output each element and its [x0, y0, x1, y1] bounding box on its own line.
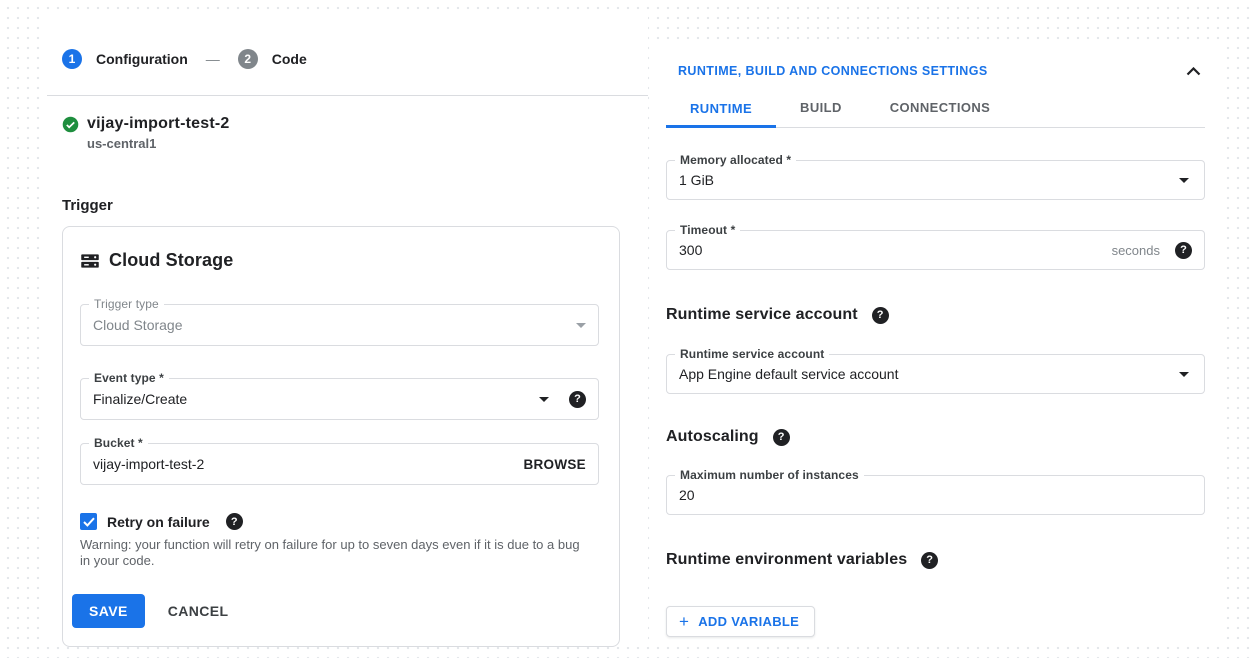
add-variable-button[interactable]: + ADD VARIABLE: [666, 606, 815, 637]
retry-checkbox[interactable]: [80, 513, 97, 530]
add-variable-label: ADD VARIABLE: [698, 614, 799, 629]
env-vars-heading-row: Runtime environment variables ?: [666, 551, 1205, 569]
tab-build[interactable]: BUILD: [776, 100, 866, 127]
max-instances-input[interactable]: [679, 487, 1192, 503]
trigger-card: Cloud Storage Trigger type Cloud Storage…: [62, 226, 620, 647]
function-name: vijay-import-test-2: [87, 115, 230, 133]
step-code[interactable]: 2 Code: [238, 49, 307, 69]
bucket-input[interactable]: [93, 456, 523, 472]
service-account-heading-row: Runtime service account ?: [666, 306, 1205, 324]
dropdown-caret-icon: [576, 323, 586, 328]
plus-icon: +: [679, 613, 689, 630]
autoscaling-heading: Autoscaling: [666, 428, 759, 446]
divider: [47, 95, 648, 96]
service-account-select[interactable]: Runtime service account App Engine defau…: [666, 354, 1205, 394]
step-1-badge: 1: [62, 49, 82, 69]
action-buttons: SAVE CANCEL: [72, 594, 599, 628]
timeout-suffix: seconds: [1112, 243, 1160, 258]
help-icon[interactable]: ?: [569, 391, 586, 408]
dropdown-caret-icon: [1179, 178, 1189, 183]
retry-label[interactable]: Retry on failure: [107, 514, 210, 530]
service-account-value: App Engine default service account: [679, 366, 1179, 382]
checkbox-check-icon: [83, 517, 95, 527]
dropdown-caret-icon: [1179, 372, 1189, 377]
step-separator: —: [206, 51, 220, 67]
memory-allocated-select[interactable]: Memory allocated * 1 GiB: [666, 160, 1205, 200]
trigger-type-label: Trigger type: [89, 297, 164, 311]
memory-allocated-label: Memory allocated *: [675, 153, 796, 167]
trigger-section-title: Trigger: [62, 197, 620, 214]
tab-connections[interactable]: CONNECTIONS: [866, 100, 1014, 127]
settings-section-title: RUNTIME, BUILD AND CONNECTIONS SETTINGS: [678, 64, 988, 78]
retry-row: Retry on failure ?: [80, 513, 599, 530]
bucket-field: Bucket * BROWSE: [80, 443, 599, 485]
stepper: 1 Configuration — 2 Code: [62, 49, 620, 69]
trigger-card-header: Cloud Storage: [80, 250, 599, 271]
help-icon[interactable]: ?: [1175, 242, 1192, 259]
trigger-card-title: Cloud Storage: [109, 250, 233, 271]
retry-warning-text: Warning: your function will retry on fai…: [80, 537, 592, 569]
chevron-up-icon[interactable]: [1186, 67, 1201, 76]
help-icon[interactable]: ?: [226, 513, 243, 530]
settings-section-header[interactable]: RUNTIME, BUILD AND CONNECTIONS SETTINGS: [666, 64, 1205, 78]
env-vars-heading: Runtime environment variables: [666, 551, 907, 569]
timeout-input[interactable]: [679, 242, 1112, 258]
runtime-settings-panel: RUNTIME, BUILD AND CONNECTIONS SETTINGS …: [653, 45, 1222, 646]
function-region: us-central1: [87, 136, 620, 151]
service-account-label: Runtime service account: [675, 347, 829, 361]
timeout-label: Timeout *: [675, 223, 740, 237]
dropdown-caret-icon: [539, 397, 549, 402]
step-2-badge: 2: [238, 49, 258, 69]
cloud-storage-icon: [80, 251, 100, 271]
event-type-select[interactable]: Event type * Finalize/Create ?: [80, 378, 599, 420]
cancel-button[interactable]: CANCEL: [168, 603, 229, 619]
event-type-label: Event type *: [89, 371, 169, 385]
step-1-label: Configuration: [96, 51, 188, 67]
step-configuration[interactable]: 1 Configuration: [62, 49, 188, 69]
trigger-type-select[interactable]: Trigger type Cloud Storage: [80, 304, 599, 346]
max-instances-field: Maximum number of instances: [666, 475, 1205, 515]
help-icon[interactable]: ?: [872, 307, 889, 324]
help-icon[interactable]: ?: [773, 429, 790, 446]
service-account-heading: Runtime service account: [666, 306, 858, 324]
function-name-row: vijay-import-test-2: [62, 115, 620, 133]
browse-button[interactable]: BROWSE: [523, 457, 586, 472]
function-config-panel: 1 Configuration — 2 Code vijay-import-te…: [40, 16, 648, 647]
check-circle-icon: [62, 116, 79, 133]
autoscaling-heading-row: Autoscaling ?: [666, 428, 1205, 446]
memory-allocated-value: 1 GiB: [679, 172, 1179, 188]
trigger-type-value: Cloud Storage: [93, 317, 576, 333]
event-type-value: Finalize/Create: [93, 391, 527, 407]
help-icon[interactable]: ?: [921, 552, 938, 569]
settings-tabs: RUNTIME BUILD CONNECTIONS: [666, 100, 1205, 128]
bucket-label: Bucket *: [89, 436, 148, 450]
tab-runtime[interactable]: RUNTIME: [666, 101, 776, 128]
max-instances-label: Maximum number of instances: [675, 468, 864, 482]
timeout-field: Timeout * seconds ?: [666, 230, 1205, 270]
save-button[interactable]: SAVE: [72, 594, 145, 628]
step-2-label: Code: [272, 51, 307, 67]
